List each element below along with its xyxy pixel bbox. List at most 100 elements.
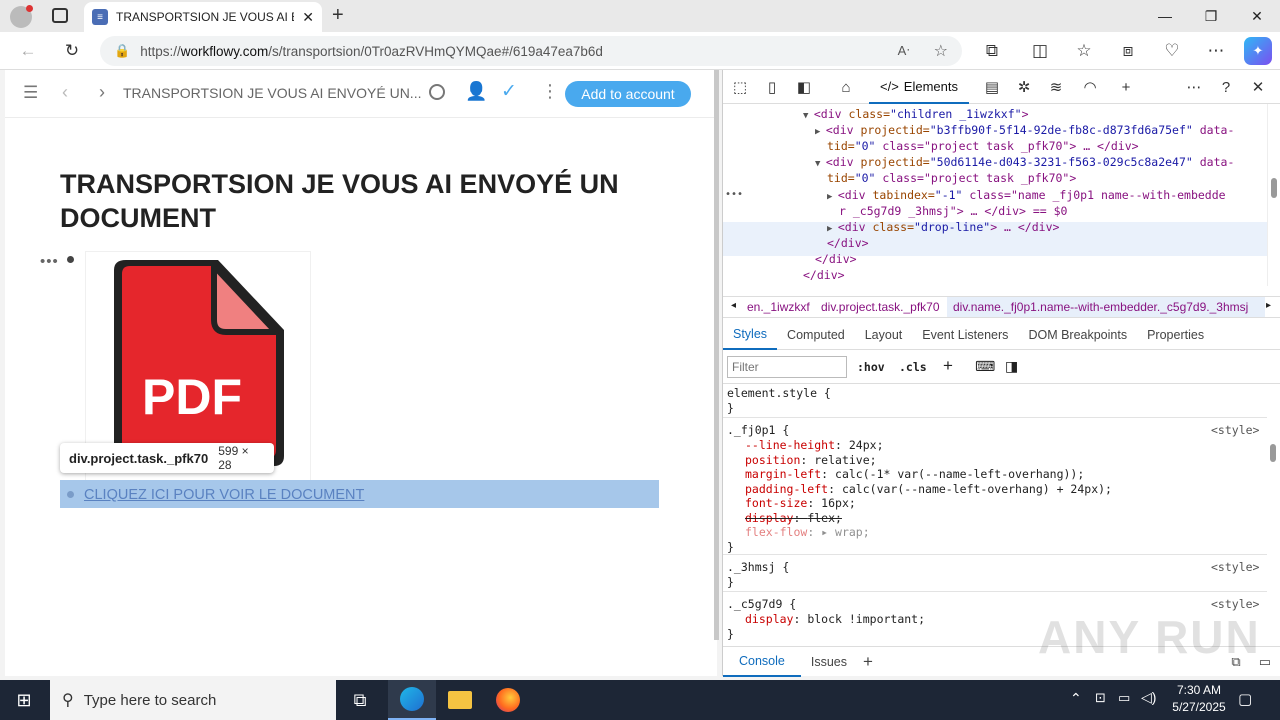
tray-chevron-icon[interactable]: ⌃ xyxy=(1070,690,1082,707)
css-line[interactable]: display: block !important; xyxy=(745,612,925,627)
css-line[interactable]: } xyxy=(727,627,734,642)
notifications-icon[interactable]: ▢ xyxy=(1238,690,1252,708)
expand-arrow-icon[interactable]: ▼ xyxy=(803,111,814,121)
tab-actions-icon[interactable] xyxy=(52,8,68,23)
dom-line[interactable]: ▶ <div class="drop-line"> … </div> xyxy=(827,219,1059,235)
favorites-icon[interactable]: ☆ xyxy=(1070,37,1098,65)
css-line[interactable]: element.style { xyxy=(727,386,831,401)
styles-pane[interactable]: element.style {} <style> ._fj0p1 {--line-h… xyxy=(723,386,1267,646)
task-view-icon[interactable]: ⧉ xyxy=(336,680,384,720)
back-arrow-icon[interactable]: ‹ xyxy=(62,82,68,103)
styles-filter-input[interactable] xyxy=(727,356,847,378)
extensions-icon[interactable]: ⧉ xyxy=(978,37,1006,65)
tab-event-listeners[interactable]: Event Listeners xyxy=(912,320,1018,350)
dom-line[interactable]: ▶ <div tabindex="-1" class="name _fj0p1 … xyxy=(827,187,1226,203)
tab-console[interactable]: Console xyxy=(723,647,801,677)
restore-icon[interactable]: ❐ xyxy=(1188,0,1234,32)
dom-tree[interactable]: ▼ <div class="children _1iwzkxf"> ▶ <div … xyxy=(723,104,1267,286)
css-line[interactable]: margin-left: calc(-1* var(--name-left-ov… xyxy=(745,467,1084,482)
search-icon[interactable] xyxy=(429,84,445,100)
performance-icon[interactable]: ◠ xyxy=(1079,76,1101,98)
css-line[interactable]: padding-left: calc(var(--name-left-overh… xyxy=(745,482,1112,497)
bullet-icon[interactable] xyxy=(67,256,74,263)
dom-line[interactable]: ▼ <div projectid="50d6114e-d043-3231-f56… xyxy=(815,154,1234,170)
tab-dom-breakpoints[interactable]: DOM Breakpoints xyxy=(1018,320,1137,350)
add-user-icon[interactable]: 👤 xyxy=(465,81,487,102)
dom-line[interactable]: </div> xyxy=(815,251,857,267)
hov-toggle[interactable]: :hov xyxy=(857,360,885,374)
more-options-icon[interactable]: ⋮ xyxy=(541,81,559,102)
copilot-icon[interactable]: ✦ xyxy=(1244,37,1272,65)
css-line[interactable]: --line-height: 24px; xyxy=(745,438,884,453)
styles-scrollbar[interactable] xyxy=(1267,386,1280,646)
css-line[interactable]: flex-flow: ▸ wrap; xyxy=(745,525,870,540)
dom-line[interactable]: ▼ <div class="children _1iwzkxf"> xyxy=(803,106,1029,122)
css-line[interactable]: display: flex; xyxy=(745,511,842,526)
style-source-link[interactable]: <style> xyxy=(1211,560,1259,575)
breadcrumb[interactable]: TRANSPORTSION JE VOUS AI ENVOYÉ UN... xyxy=(123,85,421,101)
link-bullet-icon[interactable] xyxy=(67,491,74,498)
dom-row-options-icon[interactable]: ••• xyxy=(725,187,743,203)
dom-line[interactable]: </div> xyxy=(827,235,869,251)
document-link[interactable]: CLIQUEZ ICI POUR VOIR LE DOCUMENT xyxy=(84,487,364,503)
windows-start-icon[interactable]: ⊞ xyxy=(0,680,48,720)
dom-breadcrumb-1[interactable]: en._1iwzkxf xyxy=(747,300,810,314)
tab-computed[interactable]: Computed xyxy=(777,320,855,350)
add-to-account-button[interactable]: Add to account xyxy=(565,81,691,107)
expand-arrow-icon[interactable]: ▼ xyxy=(815,159,826,169)
css-line[interactable]: ._c5g7d9 { xyxy=(727,597,796,612)
cls-toggle[interactable]: .cls xyxy=(899,360,927,374)
css-line[interactable]: } xyxy=(727,540,734,555)
lock-icon[interactable]: 🔒 xyxy=(114,43,130,59)
tray-device-icon[interactable]: ⊡ xyxy=(1095,690,1106,706)
css-line[interactable]: ._3hmsj { xyxy=(727,560,789,575)
inspect-element-icon[interactable]: ⬚ xyxy=(729,76,751,98)
file-explorer-icon[interactable] xyxy=(436,680,484,720)
css-line[interactable]: font-size: 16px; xyxy=(745,496,856,511)
refresh-icon[interactable]: ↻ xyxy=(58,37,86,65)
expand-arrow-icon[interactable]: ▶ xyxy=(827,224,838,234)
read-aloud-icon[interactable]: Aᐧ xyxy=(898,43,910,59)
menu-icon[interactable]: ☰ xyxy=(23,83,38,103)
window-close-icon[interactable]: ✕ xyxy=(1234,0,1280,32)
edge-taskbar-icon[interactable] xyxy=(388,680,436,720)
css-line[interactable]: position: relative; xyxy=(745,453,877,468)
device-emulation-icon[interactable]: ▯ xyxy=(761,76,783,98)
dom-line[interactable]: tid="0" class="project task _pfk70"> … <… xyxy=(827,138,1139,154)
expand-arrow-icon[interactable]: ▶ xyxy=(827,192,838,202)
back-icon[interactable]: ← xyxy=(14,37,42,65)
collections-icon[interactable]: ⧈ xyxy=(1114,37,1142,65)
more-tools-plus-icon[interactable]: + xyxy=(1115,76,1137,98)
css-line[interactable]: ._fj0p1 { xyxy=(727,423,789,438)
tab-layout[interactable]: Layout xyxy=(855,320,913,350)
split-screen-icon[interactable]: ◫ xyxy=(1026,37,1054,65)
css-line[interactable]: } xyxy=(727,401,734,416)
tab-properties[interactable]: Properties xyxy=(1137,320,1214,350)
dom-breadcrumb-3[interactable]: div.name._fj0p1.name--with-embedder._c5g… xyxy=(947,297,1265,317)
dom-line[interactable]: <div class="_1ys75eu" style="height: 181… xyxy=(803,283,1156,286)
breadcrumb-right-icon[interactable]: ▸ xyxy=(1266,300,1271,311)
welcome-home-icon[interactable]: ⌂ xyxy=(835,76,857,98)
favorite-star-icon[interactable]: ☆ xyxy=(934,41,948,61)
element-state-icon[interactable]: ⌨ xyxy=(975,358,995,375)
forward-arrow-icon[interactable]: › xyxy=(99,82,105,103)
dom-scrollbar[interactable] xyxy=(1267,104,1280,286)
new-style-rule-icon[interactable]: + xyxy=(943,356,953,376)
expand-arrow-icon[interactable]: ▶ xyxy=(815,127,826,137)
minimize-icon[interactable]: — xyxy=(1142,0,1188,32)
add-drawer-tab-icon[interactable]: + xyxy=(857,652,879,672)
dom-line[interactable]: r _c5g7d9 _3hmsj"> … </div> == $0 xyxy=(839,203,1067,219)
devtools-more-icon[interactable]: ⋯ xyxy=(1183,76,1205,98)
checkmark-icon[interactable]: ✓ xyxy=(501,80,517,103)
tab-styles[interactable]: Styles xyxy=(723,320,778,350)
devtools-close-icon[interactable]: ✕ xyxy=(1247,76,1269,98)
new-tab-icon[interactable]: + xyxy=(332,4,344,27)
tab-elements[interactable]: </> Elements xyxy=(869,70,969,104)
sources-bug-icon[interactable]: ✲ xyxy=(1013,76,1035,98)
dom-breadcrumb-2[interactable]: div.project.task._pfk70 xyxy=(821,300,940,314)
volume-icon[interactable]: ◁) xyxy=(1141,689,1156,706)
dom-line[interactable]: tid="0" class="project task _pfk70"> xyxy=(827,170,1076,186)
tab-close-icon[interactable]: ✕ xyxy=(302,9,314,26)
browser-tab-active[interactable]: ≡ TRANSPORTSION JE VOUS AI ENVOYÉ UN DOC… xyxy=(84,2,322,32)
page-scrollbar[interactable] xyxy=(714,70,719,640)
